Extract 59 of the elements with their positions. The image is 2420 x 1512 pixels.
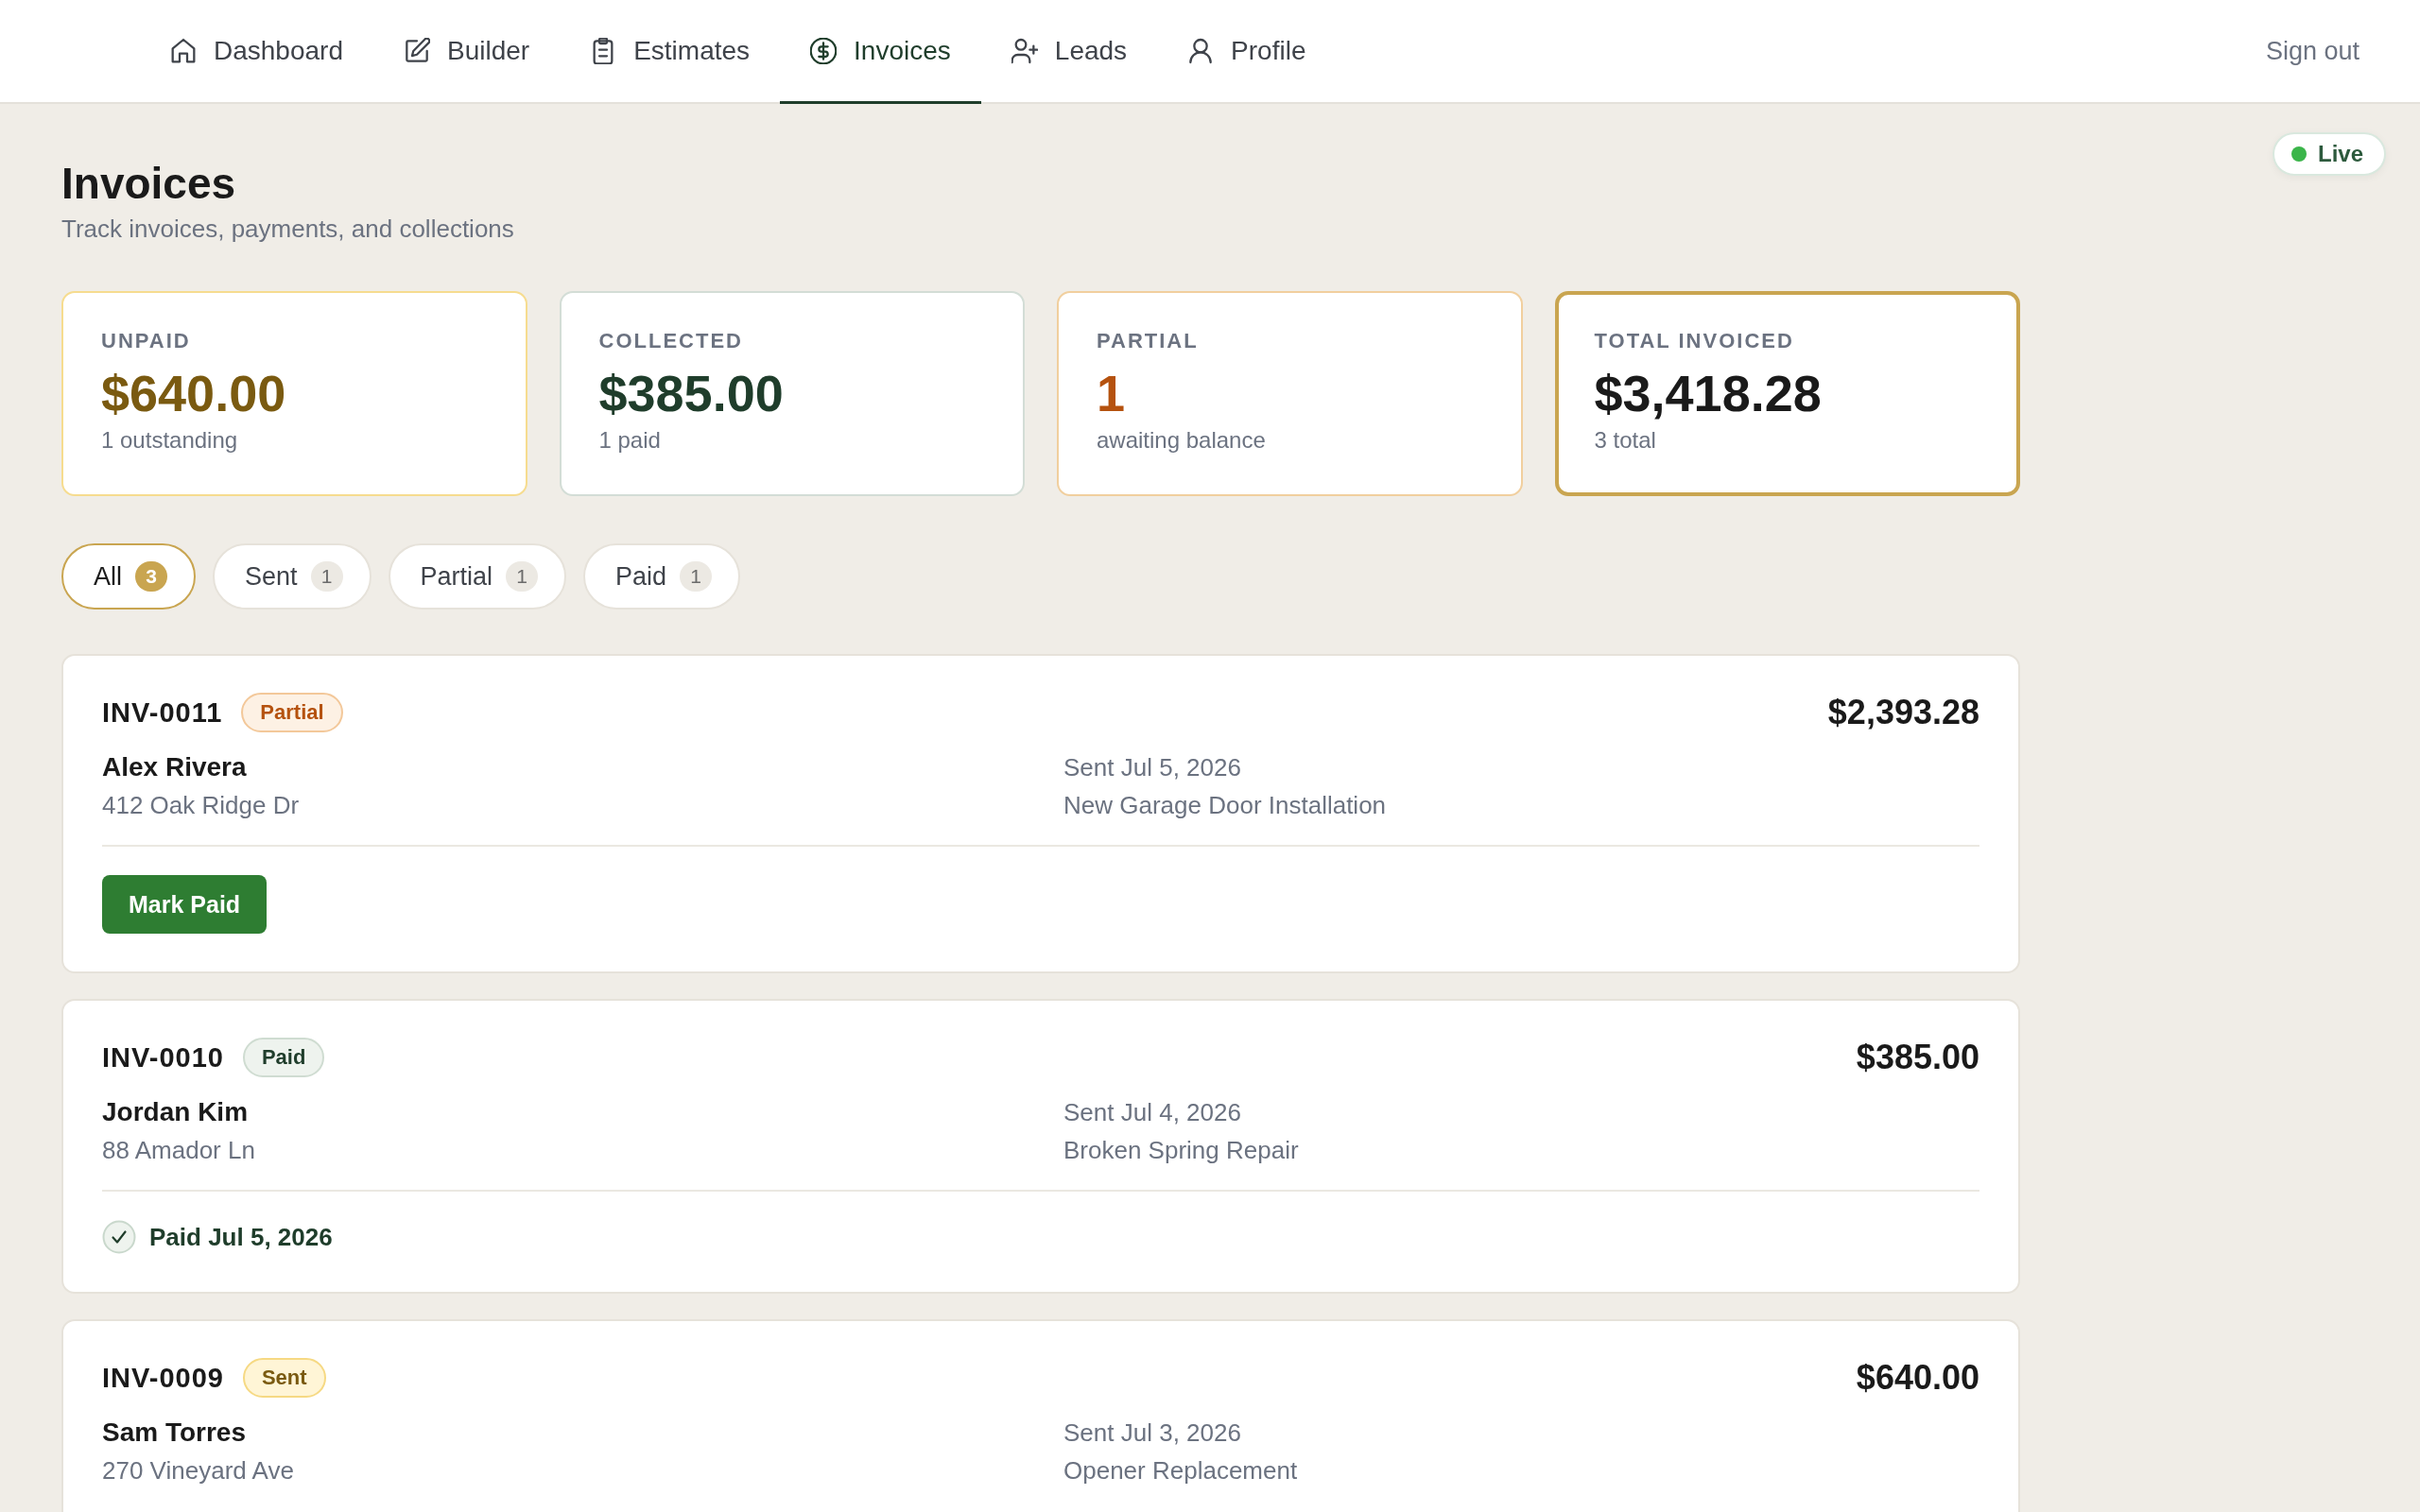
stat-label: UNPAID xyxy=(101,328,191,354)
stat-note: 1 paid xyxy=(598,426,661,455)
stat-value: $640.00 xyxy=(101,365,286,421)
nav-tab[interactable]: Invoices xyxy=(780,0,981,104)
invoice-number: INV-0009 xyxy=(102,1362,224,1394)
invoice-number: INV-0010 xyxy=(102,1041,224,1074)
stat-label: TOTAL INVOICED xyxy=(1594,328,1794,354)
invoice-amount: $640.00 xyxy=(1856,1358,1979,1398)
user-plus-icon xyxy=(1011,37,1038,64)
stat-value: $385.00 xyxy=(598,365,784,421)
invoice-amount: $385.00 xyxy=(1856,1038,1979,1077)
nav-tab[interactable]: Estimates xyxy=(560,0,781,104)
job-title: New Garage Door Installation xyxy=(1063,790,1387,821)
stat-label: COLLECTED xyxy=(598,328,743,354)
nav-tab[interactable]: Builder xyxy=(373,0,561,104)
customer-name: Alex Rivera xyxy=(102,751,247,783)
sent-date: Sent Jul 5, 2026 xyxy=(1063,752,1241,783)
nav-tab[interactable]: Dashboard xyxy=(140,0,373,104)
sign-out-link[interactable]: Sign out xyxy=(2265,36,2360,66)
mark-paid-button[interactable]: Mark Paid xyxy=(102,875,268,934)
customer-name: Sam Torres xyxy=(102,1417,246,1449)
filter-tab[interactable]: Partial 1 xyxy=(388,543,567,610)
filter-tab[interactable]: Sent 1 xyxy=(213,543,372,610)
paid-date: Paid Jul 5, 2026 xyxy=(149,1222,333,1252)
page-title: Invoices xyxy=(61,158,236,210)
stat-note: 1 outstanding xyxy=(101,426,238,455)
stat-note: awaiting balance xyxy=(1097,426,1266,455)
job-title: Opener Replacement xyxy=(1063,1455,1298,1486)
status-tag: Partial xyxy=(241,693,343,732)
stat-value: 1 xyxy=(1097,365,1126,421)
live-label: Live xyxy=(2317,141,2363,167)
nav-tab[interactable]: Leads xyxy=(980,0,1158,104)
page-subtitle: Track invoices, payments, and collections xyxy=(61,214,514,245)
filter-count: 3 xyxy=(135,561,167,592)
stat-value: $3,418.28 xyxy=(1594,365,1822,421)
status-tag: Paid xyxy=(242,1038,325,1077)
filter-tab[interactable]: Paid 1 xyxy=(583,543,741,610)
filter-tab[interactable]: All 3 xyxy=(61,543,196,610)
filter-count: 1 xyxy=(506,561,539,592)
check-circle-icon xyxy=(102,1220,136,1254)
customer-name: Jordan Kim xyxy=(102,1096,249,1128)
stat-note: 3 total xyxy=(1594,426,1656,455)
sent-date: Sent Jul 4, 2026 xyxy=(1063,1097,1241,1128)
filter-count: 1 xyxy=(680,561,713,592)
stat-label: PARTIAL xyxy=(1097,328,1199,354)
customer-address: 412 Oak Ridge Dr xyxy=(102,790,300,821)
filter-count: 1 xyxy=(310,561,343,592)
status-dot-icon xyxy=(2290,146,2307,162)
nav-tab[interactable]: Profile xyxy=(1157,0,1337,104)
home-icon xyxy=(170,37,197,64)
invoice-number: INV-0011 xyxy=(102,696,223,729)
user-icon xyxy=(1187,37,1215,64)
status-tag: Sent xyxy=(242,1358,326,1398)
job-title: Broken Spring Repair xyxy=(1063,1135,1299,1166)
sent-date: Sent Jul 3, 2026 xyxy=(1063,1418,1241,1449)
customer-address: 270 Vineyard Ave xyxy=(102,1455,294,1486)
customer-address: 88 Amador Ln xyxy=(102,1135,255,1166)
invoice-amount: $2,393.28 xyxy=(1827,693,1979,732)
pencil-square-icon xyxy=(404,37,430,64)
